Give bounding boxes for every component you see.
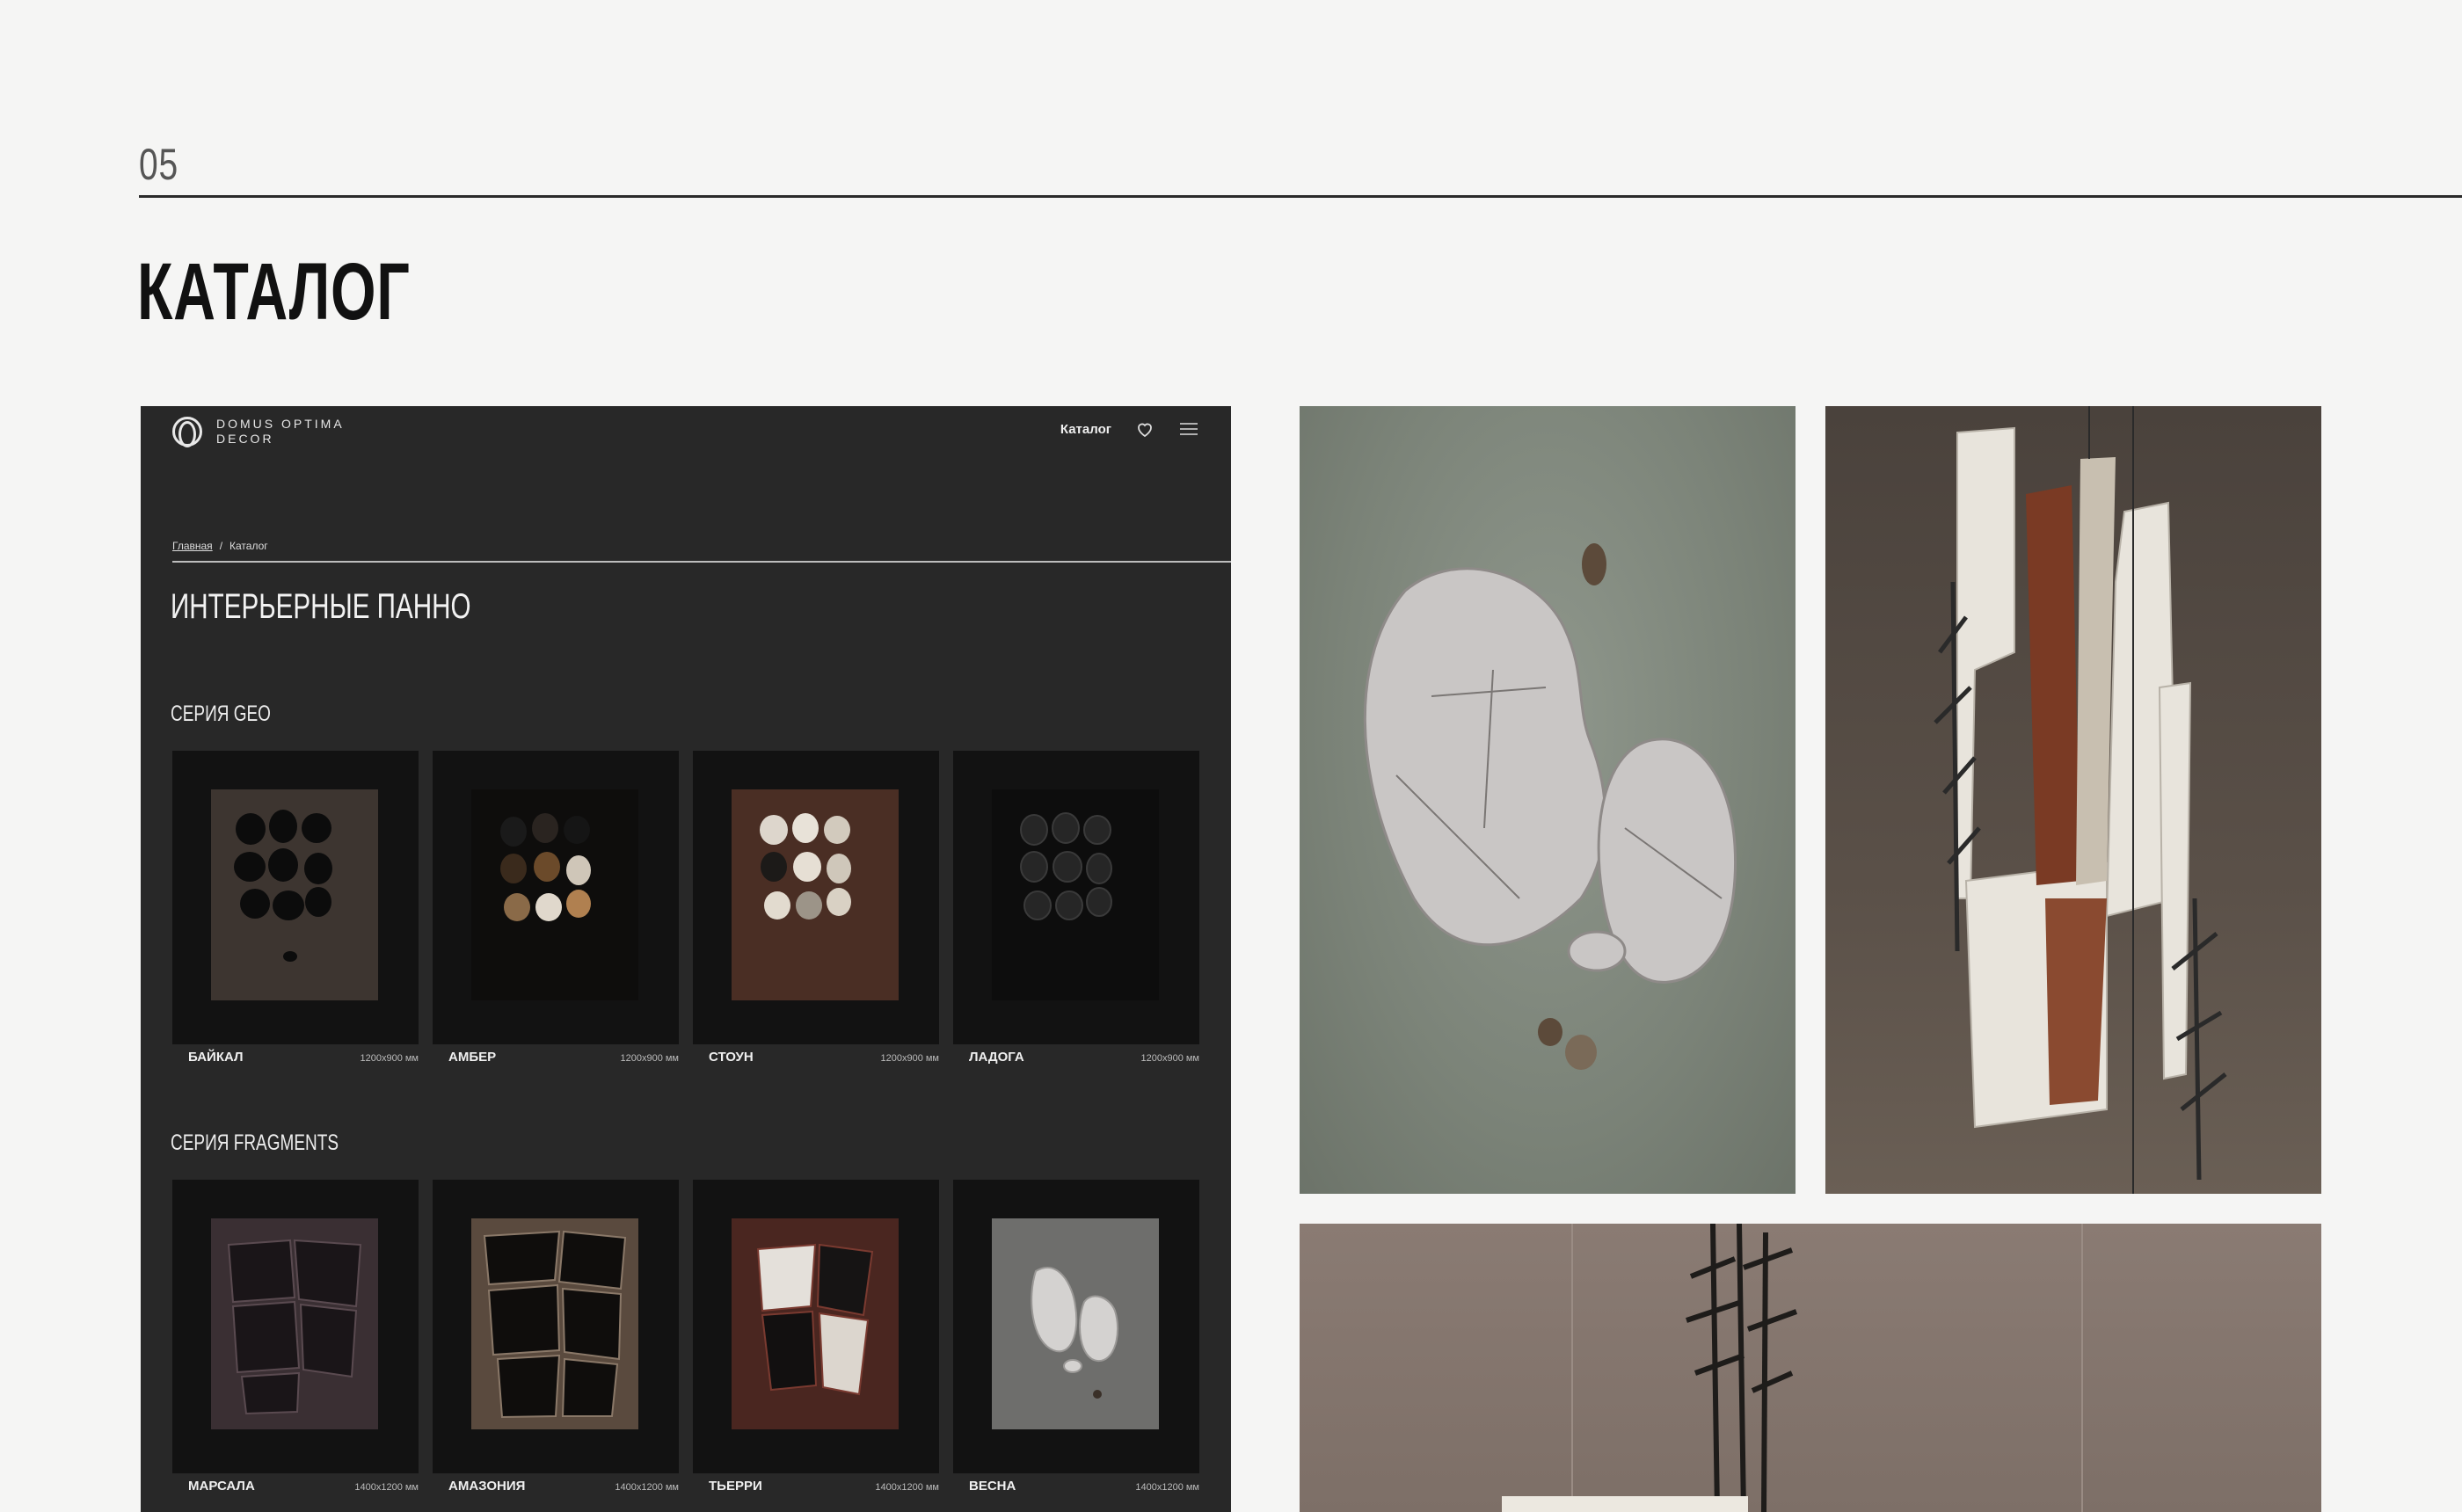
breadcrumb-home[interactable]: Главная xyxy=(172,540,213,552)
photo-stone-panels xyxy=(1300,406,1796,1194)
product-card-amazonia[interactable]: АМАЗОНИЯ 1400x1200 мм xyxy=(433,1180,679,1494)
breadcrumb: Главная / Каталог xyxy=(172,540,268,552)
nav-catalog-link[interactable]: Каталог xyxy=(1060,422,1111,437)
series-fragments-grid: МАРСАЛА 1400x1200 мм АМАЗОНИЯ 1400x1200 мм… xyxy=(172,1180,1199,1494)
product-size: 1200x900 мм xyxy=(880,1053,939,1064)
product-card-amber[interactable]: АМБЕР 1200x900 мм xyxy=(433,751,679,1065)
top-nav: Каталог xyxy=(1060,418,1199,440)
product-name: АМБЕР xyxy=(448,1050,497,1065)
product-name: СТОУН xyxy=(709,1050,754,1065)
product-name: ЛАДОГА xyxy=(969,1050,1024,1065)
page-title: КАТАЛОГ xyxy=(137,247,411,337)
series-fragments-title: СЕРИЯ FRAGMENTS xyxy=(171,1130,339,1155)
product-image[interactable] xyxy=(172,751,419,1044)
product-card-tierri[interactable]: ТЬЕРРИ 1400x1200 мм xyxy=(693,1180,939,1494)
product-name: МАРСАЛА xyxy=(188,1479,255,1494)
breadcrumb-current: Каталог xyxy=(229,540,268,552)
product-size: 1200x900 мм xyxy=(1140,1053,1199,1064)
menu-icon[interactable] xyxy=(1178,418,1199,440)
section-number: 05 xyxy=(139,140,178,189)
breadcrumb-separator: / xyxy=(219,540,223,552)
product-image[interactable] xyxy=(433,751,679,1044)
mock-divider xyxy=(172,561,1231,563)
product-image[interactable] xyxy=(693,751,939,1044)
product-size: 1200x900 мм xyxy=(620,1053,679,1064)
logo-line-1: DOMUS OPTIMA xyxy=(216,417,345,431)
product-name: ВЕСНА xyxy=(969,1479,1016,1494)
product-image[interactable] xyxy=(953,1180,1199,1473)
product-size: 1400x1200 мм xyxy=(1135,1482,1199,1493)
catalog-screen-mockup: DOMUS OPTIMA DECOR Каталог Главная / Кат… xyxy=(141,406,1231,1512)
product-card-vesna[interactable]: ВЕСНА 1400x1200 мм xyxy=(953,1180,1199,1494)
series-geo-title: СЕРИЯ GEO xyxy=(171,701,271,726)
product-size: 1400x1200 мм xyxy=(875,1482,939,1493)
product-image[interactable] xyxy=(172,1180,419,1473)
product-card-ladoga[interactable]: ЛАДОГА 1200x900 мм xyxy=(953,751,1199,1065)
series-geo-grid: БАЙКАЛ 1200x900 мм АМБЕР 1200x900 мм СТОУН… xyxy=(172,751,1199,1065)
product-image[interactable] xyxy=(953,751,1199,1044)
product-image[interactable] xyxy=(693,1180,939,1473)
product-image[interactable] xyxy=(433,1180,679,1473)
product-name: БАЙКАЛ xyxy=(188,1050,244,1065)
product-card-baikal[interactable]: БАЙКАЛ 1200x900 мм xyxy=(172,751,419,1065)
product-size: 1400x1200 мм xyxy=(354,1482,419,1493)
catalog-heading: ИНТЕРЬЕРНЫЕ ПАННО xyxy=(171,587,471,626)
photo-tree-sculpture xyxy=(1300,1224,2321,1512)
product-card-stone[interactable]: СТОУН 1200x900 мм xyxy=(693,751,939,1065)
photo-hanging-sculpture xyxy=(1825,406,2321,1194)
section-divider xyxy=(139,195,2462,198)
product-card-marsala[interactable]: МАРСАЛА 1400x1200 мм xyxy=(172,1180,419,1494)
product-size: 1400x1200 мм xyxy=(615,1482,679,1493)
product-size: 1200x900 мм xyxy=(360,1053,419,1064)
logo-mark-icon xyxy=(172,417,202,447)
logo-line-2: DECOR xyxy=(216,432,274,446)
product-name: ТЬЕРРИ xyxy=(709,1479,762,1494)
product-name: АМАЗОНИЯ xyxy=(448,1479,526,1494)
brand-logo[interactable]: DOMUS OPTIMA DECOR xyxy=(172,417,345,447)
heart-icon[interactable] xyxy=(1134,418,1155,440)
